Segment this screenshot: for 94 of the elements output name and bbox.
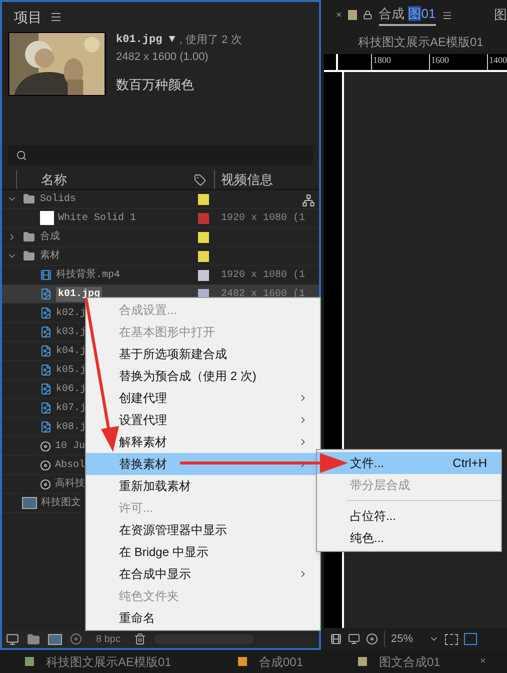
item-name: k05.j	[56, 364, 86, 378]
menu-item[interactable]: 替换为预合成（使用 2 次)	[86, 365, 320, 387]
item-name: k08.j	[56, 420, 86, 434]
menu-item[interactable]: 重新加载素材	[86, 475, 320, 497]
disc-icon	[40, 478, 51, 490]
zoom-dropdown[interactable]: 25%	[384, 630, 440, 648]
region-icon[interactable]	[445, 634, 458, 644]
image-file-icon	[40, 363, 52, 377]
column-header[interactable]: 视频信息	[214, 170, 273, 190]
timeline-tab[interactable]: 合成001	[238, 652, 358, 670]
project-row[interactable]: 素材	[2, 247, 319, 266]
folder-icon	[22, 193, 36, 205]
disc-icon	[40, 460, 51, 470]
item-name: Absol	[55, 458, 86, 472]
item-name: k03.j	[56, 326, 86, 340]
menu-item[interactable]: 在 Bridge 中显示	[86, 541, 320, 563]
menu-item[interactable]: 占位符...	[317, 505, 501, 527]
item-name: 高科技	[55, 476, 85, 492]
item-name: 科技背景.mp4	[56, 268, 120, 282]
label-column-icon[interactable]	[194, 174, 206, 186]
preview-usage: , 使用了 2 次	[179, 33, 242, 48]
item-name: 素材	[40, 248, 60, 264]
bpc-button[interactable]: 8 bpc	[90, 632, 126, 646]
monitor-icon[interactable]	[348, 633, 360, 645]
panel-menu-icon[interactable]	[442, 10, 452, 20]
ruler-label: 1400	[487, 54, 507, 70]
image-file-icon	[40, 287, 52, 301]
label-swatch[interactable]	[198, 270, 209, 280]
tab-label: 合成001	[259, 654, 304, 670]
label-swatch[interactable]	[198, 232, 209, 242]
lock-icon[interactable]	[363, 10, 373, 20]
panel-menu-icon[interactable]	[50, 11, 62, 23]
close-tab-button[interactable]: ×	[480, 654, 486, 669]
preview-file-name[interactable]: k01.jpg ▼	[116, 32, 176, 48]
item-name: k07.j	[56, 402, 86, 416]
new-composition-icon[interactable]	[48, 634, 62, 644]
menu-item[interactable]: 设置代理	[86, 409, 320, 431]
close-tab-button[interactable]: ×	[336, 8, 342, 22]
tab-label: 图文合成01	[379, 654, 440, 670]
flowchart-icon[interactable]	[302, 194, 315, 207]
timeline-tab[interactable]: 科技图文展示AE模版01	[0, 652, 238, 670]
preview-dimensions: 2482 x 1600 (1.00)	[116, 50, 210, 64]
disc-icon	[40, 440, 51, 452]
search-field[interactable]	[8, 145, 313, 165]
image-file-icon	[40, 306, 52, 320]
video-info: 1920 x 1080 (1	[221, 212, 306, 226]
menu-item[interactable]: 解释素材	[86, 431, 320, 453]
label-swatch[interactable]	[198, 212, 209, 224]
composition-tab[interactable]: 合成 图01	[378, 4, 436, 26]
label-swatch[interactable]	[198, 194, 209, 204]
transparency-grid-icon[interactable]	[464, 633, 478, 645]
menu-item[interactable]: 纯色...	[317, 527, 501, 549]
item-name: k06.j	[56, 382, 86, 396]
menu-item[interactable]: 重命名	[86, 607, 320, 629]
item-name: Solids	[40, 192, 76, 206]
shortcut-text: Ctrl+H	[452, 455, 487, 472]
item-name: 科技图文	[41, 496, 81, 510]
solid-swatch-icon	[40, 211, 54, 225]
item-name: k02.j	[56, 306, 86, 320]
item-name: k04.j	[56, 344, 86, 358]
image-file-icon	[40, 401, 52, 415]
image-file-icon	[40, 382, 52, 396]
preview-colors: 数百万种颜色	[116, 76, 195, 94]
delete-icon[interactable]	[134, 633, 146, 645]
folder-icon	[22, 250, 36, 262]
folder-icon	[22, 231, 36, 243]
project-row[interactable]: 合成	[2, 228, 319, 247]
composition-breadcrumb[interactable]: 科技图文展示AE模版01	[358, 33, 484, 51]
item-name: 10 Ju	[55, 440, 86, 454]
ruler-label: 1600	[429, 54, 449, 70]
next-tab[interactable]: 图	[494, 5, 507, 25]
item-name: White Solid 1	[58, 212, 136, 226]
new-folder-icon[interactable]	[27, 632, 40, 646]
timeline-tab[interactable]: 图文合成01	[358, 652, 480, 670]
image-file-icon	[40, 344, 52, 358]
image-file-icon	[40, 325, 52, 339]
tab-label: 科技图文展示AE模版01	[46, 654, 172, 670]
item-name: 合成	[40, 230, 60, 244]
ruler-label: 1800	[371, 54, 391, 70]
menu-item[interactable]: 基于所选项新建合成	[86, 343, 320, 365]
video-info: 2482 x 1600 (1	[221, 288, 306, 302]
menu-item[interactable]: 在资源管理器中显示	[86, 519, 320, 541]
project-row[interactable]: White Solid 1 1920 x 1080 (1	[2, 209, 319, 228]
project-row[interactable]: Solids	[2, 190, 319, 209]
image-file-icon	[40, 420, 52, 434]
menu-item[interactable]: 创建代理	[86, 387, 320, 409]
panel-title: 项目	[14, 8, 42, 26]
composition-icon	[22, 497, 37, 509]
menu-item[interactable]: 文件... Ctrl+H	[317, 452, 501, 474]
video-file-icon	[40, 268, 52, 282]
menu-item[interactable]: 在合成中显示	[86, 563, 320, 585]
search-icon	[16, 150, 27, 160]
video-info: 1920 x 1080 (1	[221, 268, 306, 282]
label-swatch[interactable]	[198, 250, 209, 262]
